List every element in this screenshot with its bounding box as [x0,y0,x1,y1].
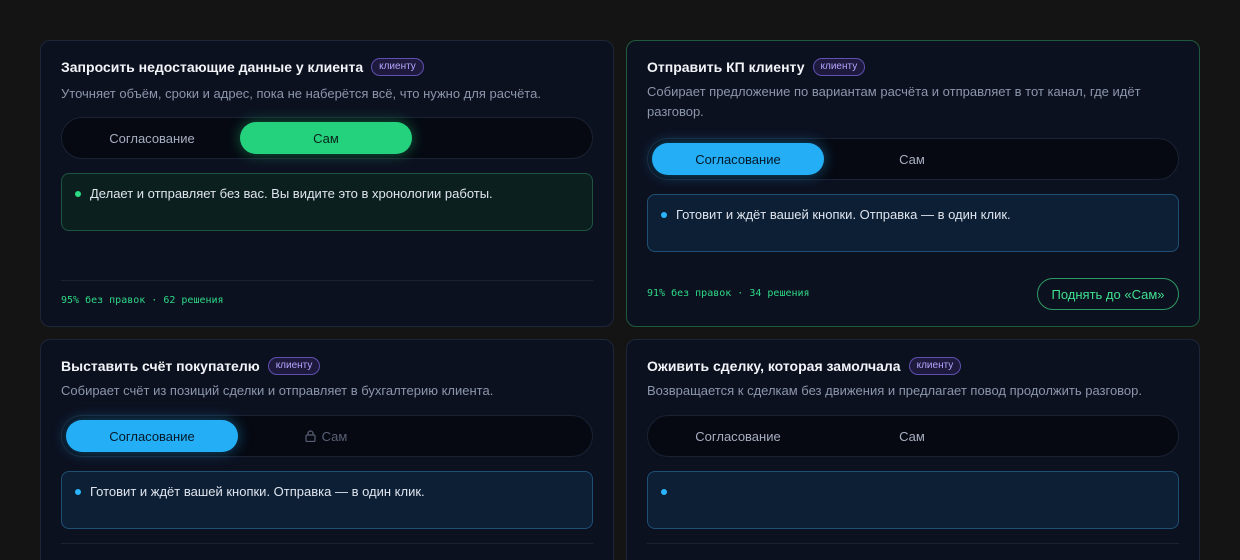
mode-note: Делает и отправляет без вас. Вы видите э… [61,173,593,231]
card-title-text: Оживить сделку, которая замолчала [647,358,901,374]
mode-note: Готовит и ждёт вашей кнопки. Отправка — … [647,194,1179,252]
mode-note [647,471,1179,529]
divider [647,543,1179,544]
mode-note-text: Готовит и ждёт вашей кнопки. Отправка — … [90,484,425,499]
mode-toggle: Согласование Сам [647,415,1179,457]
card-description: Собирает предложение по вариантам расчёт… [647,84,1141,119]
mode-note-text: Готовит и ждёт вашей кнопки. Отправка — … [676,207,1011,222]
card-title: Оживить сделку, которая замолчала клиент… [647,357,962,375]
autonomy-card-revive-deal: Оживить сделку, которая замолчала клиент… [626,339,1200,560]
mode-option-auto[interactable]: Сам [826,143,998,175]
mode-option-approval[interactable]: Согласование [652,420,824,452]
card-title-text: Отправить КП клиенту [647,59,805,75]
mode-note: Готовит и ждёт вашей кнопки. Отправка — … [61,471,593,529]
status-dot [661,212,667,218]
card-title-text: Запросить недостающие данные у клиента [61,59,364,75]
card-title-text: Выставить счёт покупателю [61,358,260,374]
status-dot [661,489,667,495]
divider [61,280,593,281]
mode-note-text: Делает и отправляет без вас. Вы видите э… [90,186,493,201]
audience-badge: клиенту [908,357,962,375]
mode-toggle: Согласование Сам [647,138,1179,180]
mode-option-auto[interactable]: Сам [240,122,412,154]
audience-badge: клиенту [371,58,424,76]
card-title: Отправить КП клиенту клиенту [647,58,866,76]
mode-option-auto[interactable]: Сам [826,420,998,452]
mode-toggle: Согласование Сам [61,117,593,159]
accuracy-stats: 91% без правок · 34 решения [647,288,810,299]
autonomy-card-send-offer: Отправить КП клиенту клиенту Собирает пр… [626,40,1200,327]
card-title: Выставить счёт покупателю клиенту [61,357,321,375]
accuracy-stats: 95% без правок · 62 решения [61,295,224,306]
divider [61,543,593,544]
audience-badge: клиенту [812,58,866,76]
mode-option-auto-locked: Сам [240,420,412,452]
mode-option-approval[interactable]: Согласование [66,122,238,154]
card-description: Возвращается к сделкам без движения и пр… [647,383,1143,398]
mode-toggle: Согласование Сам [61,415,593,457]
autonomy-card-invoice: Выставить счёт покупателю клиенту Собира… [40,339,614,560]
autonomy-card-request-data: Запросить недостающие данные у клиента к… [40,40,614,327]
status-dot [75,489,81,495]
promote-to-auto-button[interactable]: Поднять до «Сам» [1037,278,1179,310]
mode-option-auto-label: Сам [321,428,348,444]
audience-badge: клиенту [267,357,321,375]
card-description: Собирает счёт из позиций сделки и отправ… [61,383,494,398]
card-title: Запросить недостающие данные у клиента к… [61,58,424,76]
status-dot [75,191,81,197]
mode-option-approval[interactable]: Согласование [652,143,824,175]
card-description: Уточняет объём, сроки и адрес, пока не н… [61,86,541,101]
lock-icon [305,430,316,442]
mode-option-approval[interactable]: Согласование [66,420,238,452]
